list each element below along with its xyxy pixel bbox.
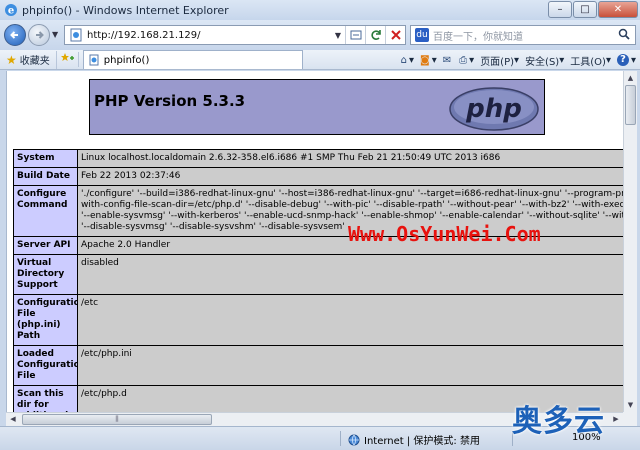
- tab-phpinfo[interactable]: phpinfo(): [82, 50, 303, 69]
- mail-button[interactable]: ✉: [443, 55, 453, 66]
- title-bar: e phpinfo() - Windows Internet Explorer …: [0, 0, 640, 20]
- favorites-button[interactable]: ★ 收藏夹: [0, 50, 57, 69]
- forward-button[interactable]: [28, 24, 50, 46]
- favorites-bar: ★ 收藏夹 phpinfo() ⌂ ▾ ◙ ▾ ✉ ⎙ ▾ 页面(P) ▾ 安全(S) ▾…: [0, 50, 640, 70]
- php-logo-text: php: [465, 94, 522, 124]
- close-button[interactable]: ✕: [598, 1, 638, 18]
- setting-value-line: /etc/php.ini: [81, 349, 132, 359]
- help-menu[interactable]: ? ▾: [616, 54, 636, 66]
- stop-icon[interactable]: [385, 26, 405, 44]
- tab-title: phpinfo(): [103, 54, 150, 66]
- add-favorite-icon[interactable]: [57, 52, 79, 67]
- scroll-right-icon[interactable]: ▶: [609, 413, 623, 426]
- window-controls: – □ ✕: [547, 1, 638, 18]
- arrow-right-icon: [36, 31, 44, 39]
- home-button[interactable]: ⌂ ▾: [401, 55, 414, 66]
- horizontal-scroll-thumb[interactable]: ⫼: [22, 414, 212, 425]
- setting-value-line: './configure' '--build=i386-redhat-linux…: [81, 189, 623, 199]
- navigation-bar: ▼ http://192.168.21.129/ ▼ du 百度一下，你就知道: [0, 20, 640, 50]
- security-zone[interactable]: Internet | 保护模式: 禁用: [348, 432, 480, 447]
- zone-label: Internet | 保护模式: 禁用: [364, 436, 480, 447]
- setting-value: disabled: [77, 254, 623, 295]
- back-button[interactable]: [4, 24, 26, 46]
- history-dropdown-icon[interactable]: ▼: [52, 30, 58, 39]
- address-bar[interactable]: http://192.168.21.129/ ▼: [64, 25, 406, 45]
- search-icon[interactable]: [613, 28, 635, 43]
- scroll-left-icon[interactable]: ◀: [6, 413, 20, 426]
- scroll-down-icon[interactable]: ▼: [624, 398, 637, 412]
- minimize-button[interactable]: –: [548, 1, 572, 18]
- php-version-title: PHP Version 5.3.3: [94, 92, 246, 110]
- window-title: phpinfo() - Windows Internet Explorer: [22, 3, 229, 17]
- search-input[interactable]: 百度一下，你就知道: [433, 28, 613, 43]
- corner-logo: 奥多云: [512, 404, 605, 439]
- refresh-icon[interactable]: [365, 26, 385, 44]
- page-icon: [89, 54, 99, 66]
- page-content: PHP Version 5.3.3 php System Linux localh…: [6, 71, 623, 426]
- vertical-scrollbar[interactable]: ▲ ▼: [623, 71, 637, 412]
- setting-value-line: Linux localhost.localdomain 2.6.32-358.e…: [81, 153, 501, 163]
- internet-explorer-icon: e: [5, 4, 17, 17]
- arrow-left-icon: [10, 31, 18, 39]
- table-row: Virtual Directory Support disabled: [13, 254, 623, 295]
- setting-value-line: '--enable-sysvmsg' '--with-kerberos' '--…: [81, 211, 623, 221]
- page-menu[interactable]: 页面(P) ▾: [480, 53, 519, 68]
- star-icon: ★: [6, 52, 17, 67]
- vertical-scroll-thumb[interactable]: [625, 85, 636, 125]
- setting-name: System: [13, 149, 78, 168]
- setting-name: Configure Command: [13, 185, 78, 237]
- baidu-icon: du: [415, 28, 429, 42]
- scroll-up-icon[interactable]: ▲: [624, 71, 637, 85]
- page-icon: [70, 28, 82, 42]
- table-row: Loaded Configuration File/etc/php.ini: [13, 345, 623, 386]
- status-separator: [340, 431, 341, 446]
- scrollbar-corner: [623, 412, 637, 426]
- compatibility-view-icon[interactable]: [345, 26, 365, 44]
- safety-menu[interactable]: 安全(S) ▾: [525, 53, 564, 68]
- home-icon: ⌂: [400, 54, 407, 66]
- php-logo-icon: php: [449, 87, 539, 131]
- address-dropdown-icon[interactable]: ▼: [331, 31, 345, 40]
- table-row: System Linux localhost.localdomain 2.6.32…: [13, 149, 623, 168]
- tools-menu[interactable]: 工具(O) ▾: [570, 53, 611, 68]
- setting-value-line: /etc: [81, 298, 99, 308]
- table-row: Configuration File (php.ini) Path/etc: [13, 294, 623, 346]
- php-header: PHP Version 5.3.3 php: [89, 79, 545, 135]
- watermark-text: Www.OsYunWei.Com: [348, 222, 541, 246]
- print-button[interactable]: ⎙ ▾: [459, 55, 474, 66]
- search-box[interactable]: du 百度一下，你就知道: [410, 25, 636, 45]
- printer-icon: ⎙: [459, 54, 468, 66]
- globe-icon: [348, 434, 360, 445]
- setting-value-line: disabled: [81, 258, 119, 268]
- svg-text:e: e: [8, 6, 14, 17]
- setting-name: Loaded Configuration File: [13, 345, 78, 386]
- setting-value-line: with-config-file-scan-dir=/etc/php.d' '-…: [81, 200, 623, 210]
- table-row: Build Date Feb 22 2013 02:37:46: [13, 167, 623, 186]
- rss-icon: ◙: [420, 54, 430, 66]
- setting-value: Linux localhost.localdomain 2.6.32-358.e…: [77, 149, 623, 168]
- setting-name: Build Date: [13, 167, 78, 186]
- setting-value: /etc: [77, 294, 623, 346]
- mail-icon: ✉: [442, 54, 452, 66]
- setting-name: Server API: [13, 236, 78, 255]
- setting-value: /etc/php.ini: [77, 345, 623, 386]
- help-icon: ?: [616, 54, 629, 66]
- feeds-button[interactable]: ◙ ▾: [420, 55, 437, 66]
- favorites-label: 收藏夹: [19, 56, 50, 67]
- setting-name: Virtual Directory Support: [13, 254, 78, 295]
- php-info-table: System Linux localhost.localdomain 2.6.32…: [13, 149, 623, 426]
- setting-name: Configuration File (php.ini) Path: [13, 294, 78, 346]
- address-input[interactable]: http://192.168.21.129/: [87, 30, 331, 41]
- command-bar: ⌂ ▾ ◙ ▾ ✉ ⎙ ▾ 页面(P) ▾ 安全(S) ▾ 工具(O) ▾ ? ▾: [395, 50, 636, 70]
- setting-value: Feb 22 2013 02:37:46: [77, 167, 623, 186]
- setting-value-line: Feb 22 2013 02:37:46: [81, 171, 181, 181]
- maximize-button[interactable]: □: [573, 1, 597, 18]
